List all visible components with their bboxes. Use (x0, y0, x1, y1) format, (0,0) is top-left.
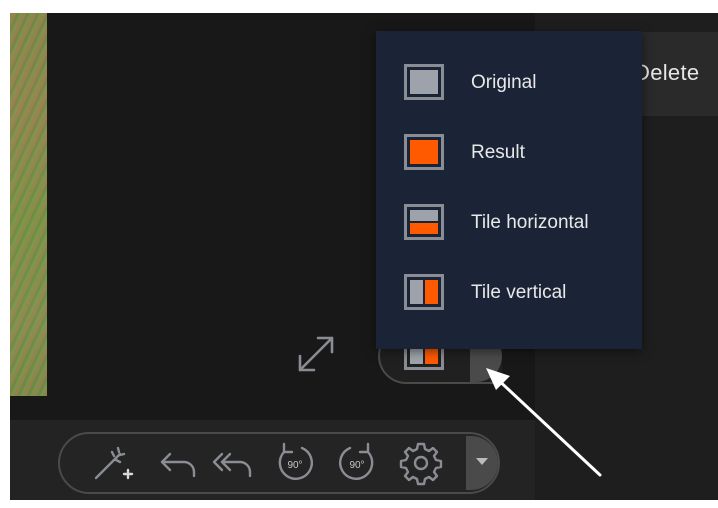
annotation-arrow-icon (480, 360, 610, 485)
menu-item-tile-vertical[interactable]: Tile vertical (376, 258, 642, 328)
rotate-right-label: 90° (349, 460, 364, 471)
magic-wand-icon[interactable] (88, 440, 134, 486)
view-tile-vertical-icon (404, 274, 444, 310)
expand-fullscreen-icon[interactable] (292, 330, 340, 378)
menu-item-tile-horizontal[interactable]: Tile horizontal (376, 188, 642, 258)
rotate-left-90-icon[interactable]: 90° (272, 440, 318, 486)
menu-item-label: Result (471, 142, 525, 163)
delete-button-label: Delete (634, 60, 700, 85)
rotate-left-label: 90° (287, 460, 302, 471)
menu-item-original[interactable]: Original (376, 48, 642, 118)
undo-all-icon[interactable] (210, 440, 256, 486)
view-result-icon (404, 134, 444, 170)
rotate-right-90-icon[interactable]: 90° (334, 440, 380, 486)
view-original-icon (404, 64, 444, 100)
menu-item-result[interactable]: Result (376, 118, 642, 188)
menu-item-label: Tile horizontal (471, 212, 589, 233)
undo-icon[interactable] (156, 440, 202, 486)
menu-item-label: Original (471, 72, 537, 93)
menu-item-label: Tile vertical (471, 282, 567, 303)
settings-gear-icon[interactable] (398, 440, 444, 486)
photo-preview (10, 13, 47, 396)
view-tile-horizontal-icon (404, 204, 444, 240)
